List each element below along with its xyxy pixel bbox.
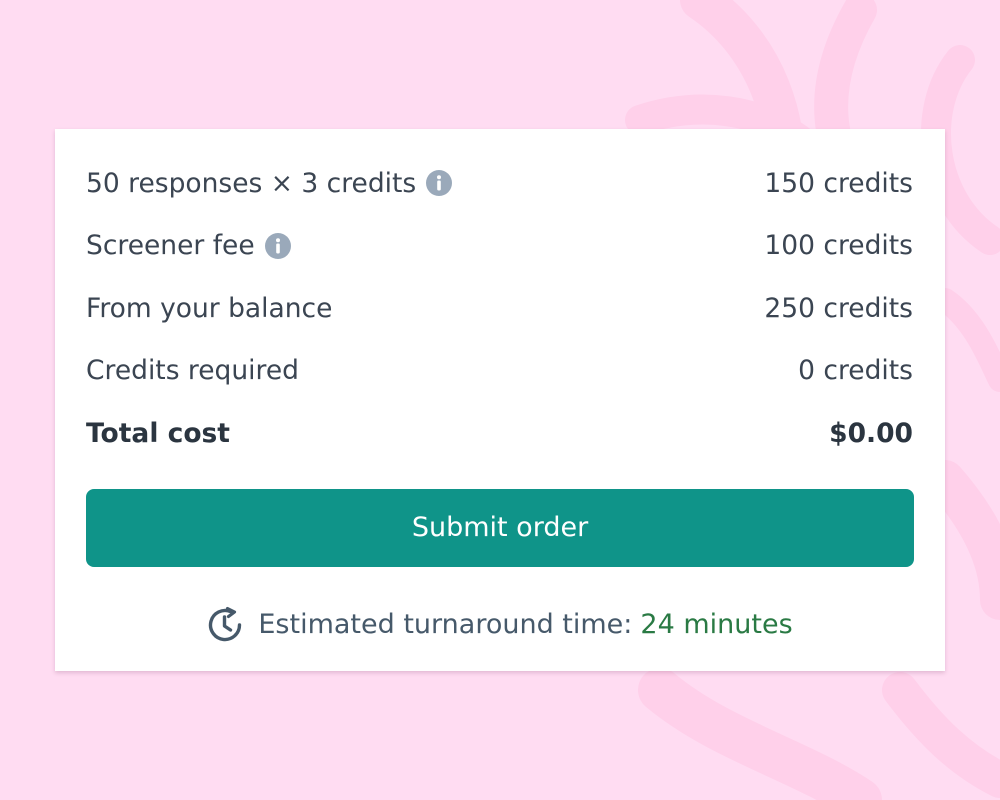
turnaround-label: Estimated turnaround time: (258, 609, 633, 640)
summary-row-responses: 50 responses × 3 credits 150 credits (86, 152, 913, 215)
summary-row-value: 150 credits (764, 167, 913, 199)
summary-row-value: 0 credits (798, 355, 913, 387)
info-icon[interactable] (425, 169, 453, 197)
total-cost-label: Total cost (86, 417, 230, 449)
summary-row-total: Total cost $0.00 (86, 402, 913, 465)
turnaround-estimate: Estimated turnaround time: 24 minutes (86, 606, 913, 644)
summary-row-balance: From your balance 250 credits (86, 277, 913, 340)
summary-row-credits-required: Credits required 0 credits (86, 340, 913, 403)
turnaround-value: 24 minutes (640, 609, 793, 640)
submit-order-button[interactable]: Submit order (86, 488, 914, 567)
total-cost-value: $0.00 (829, 417, 913, 449)
summary-row-value: 100 credits (764, 230, 913, 262)
summary-row-label: Screener fee (86, 230, 255, 262)
summary-row-label: 50 responses × 3 credits (86, 167, 417, 199)
info-icon[interactable] (264, 232, 292, 260)
summary-row-screener-fee: Screener fee 100 credits (86, 215, 913, 278)
order-summary-card: 50 responses × 3 credits 150 credits Scr… (55, 129, 945, 671)
summary-row-label: Credits required (86, 355, 299, 387)
clock-icon (206, 606, 244, 644)
summary-row-label: From your balance (86, 292, 333, 324)
summary-row-value: 250 credits (764, 292, 913, 324)
